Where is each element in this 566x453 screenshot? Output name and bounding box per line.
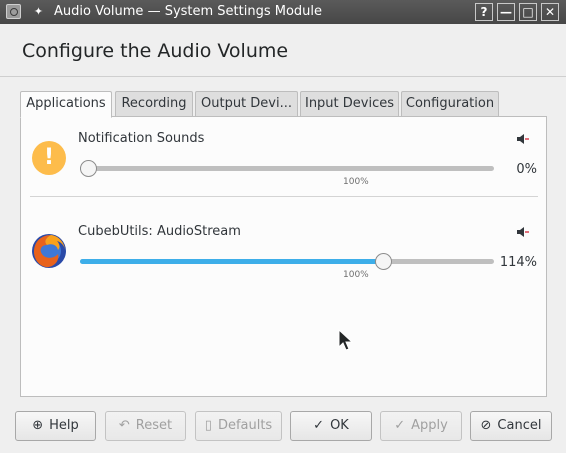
tab-output-devices[interactable]: Output Devi... bbox=[195, 91, 298, 117]
help-button-label: Help bbox=[49, 418, 79, 433]
window-title: Audio Volume — System Settings Module bbox=[54, 4, 323, 19]
stream-name-notification: Notification Sounds bbox=[78, 131, 205, 146]
warning-icon: ! bbox=[32, 141, 66, 175]
mouse-cursor-icon bbox=[338, 329, 354, 351]
ok-button-label: OK bbox=[330, 418, 349, 433]
settings-window: ✦ Audio Volume — System Settings Module … bbox=[0, 0, 566, 453]
reset-undo-icon: ↶ bbox=[118, 418, 130, 433]
help-lifebuoy-icon: ⊕ bbox=[32, 418, 44, 433]
cancel-button-label: Cancel bbox=[497, 418, 542, 433]
volume-slider-fill bbox=[80, 259, 383, 264]
minimize-button[interactable]: — bbox=[497, 3, 515, 21]
window-menu-icon[interactable]: ✦ bbox=[31, 4, 46, 19]
defaults-document-icon: ▯ bbox=[204, 418, 212, 433]
maximize-button[interactable]: □ bbox=[519, 3, 537, 21]
volume-slider-notification[interactable] bbox=[80, 166, 494, 171]
cancel-button[interactable]: ⊘ Cancel bbox=[470, 411, 552, 441]
stream-name-audiostream: CubebUtils: AudioStream bbox=[78, 224, 241, 239]
reset-button[interactable]: ↶ Reset bbox=[105, 411, 186, 441]
app-icon[interactable] bbox=[6, 4, 21, 19]
reset-button-label: Reset bbox=[135, 418, 173, 433]
speaker-mute-icon[interactable] bbox=[516, 225, 530, 239]
title-bar[interactable]: ✦ Audio Volume — System Settings Module … bbox=[0, 0, 566, 24]
tab-input-devices[interactable]: Input Devices bbox=[300, 91, 399, 117]
header-separator bbox=[0, 76, 566, 77]
volume-slider-handle[interactable] bbox=[374, 253, 392, 270]
firefox-icon bbox=[32, 234, 66, 268]
tab-applications[interactable]: Applications bbox=[20, 91, 112, 118]
volume-percent-audiostream: 114% bbox=[499, 255, 537, 270]
defaults-button-label: Defaults bbox=[217, 418, 273, 433]
volume-slider-audiostream[interactable] bbox=[80, 259, 494, 264]
apply-button[interactable]: ✓ Apply bbox=[380, 411, 462, 441]
tab-panel bbox=[20, 116, 547, 397]
row-separator bbox=[30, 196, 538, 197]
reference-mark-label: 100% bbox=[343, 270, 369, 280]
tab-recording[interactable]: Recording bbox=[115, 91, 193, 117]
defaults-button[interactable]: ▯ Defaults bbox=[195, 411, 282, 441]
cancel-icon: ⊘ bbox=[480, 418, 492, 433]
volume-percent-notification: 0% bbox=[516, 162, 537, 177]
reference-mark-label: 100% bbox=[343, 177, 369, 187]
tab-configuration[interactable]: Configuration bbox=[401, 91, 499, 117]
apply-button-label: Apply bbox=[411, 418, 448, 433]
help-window-button[interactable]: ? bbox=[475, 3, 493, 21]
speaker-mute-icon[interactable] bbox=[516, 132, 530, 146]
checkmark-icon: ✓ bbox=[394, 418, 406, 433]
checkmark-icon: ✓ bbox=[313, 418, 325, 433]
help-button[interactable]: ⊕ Help bbox=[15, 411, 96, 441]
close-button[interactable]: ✕ bbox=[541, 3, 559, 21]
ok-button[interactable]: ✓ OK bbox=[290, 411, 372, 441]
volume-slider-handle[interactable] bbox=[80, 160, 97, 177]
page-title: Configure the Audio Volume bbox=[22, 40, 289, 62]
